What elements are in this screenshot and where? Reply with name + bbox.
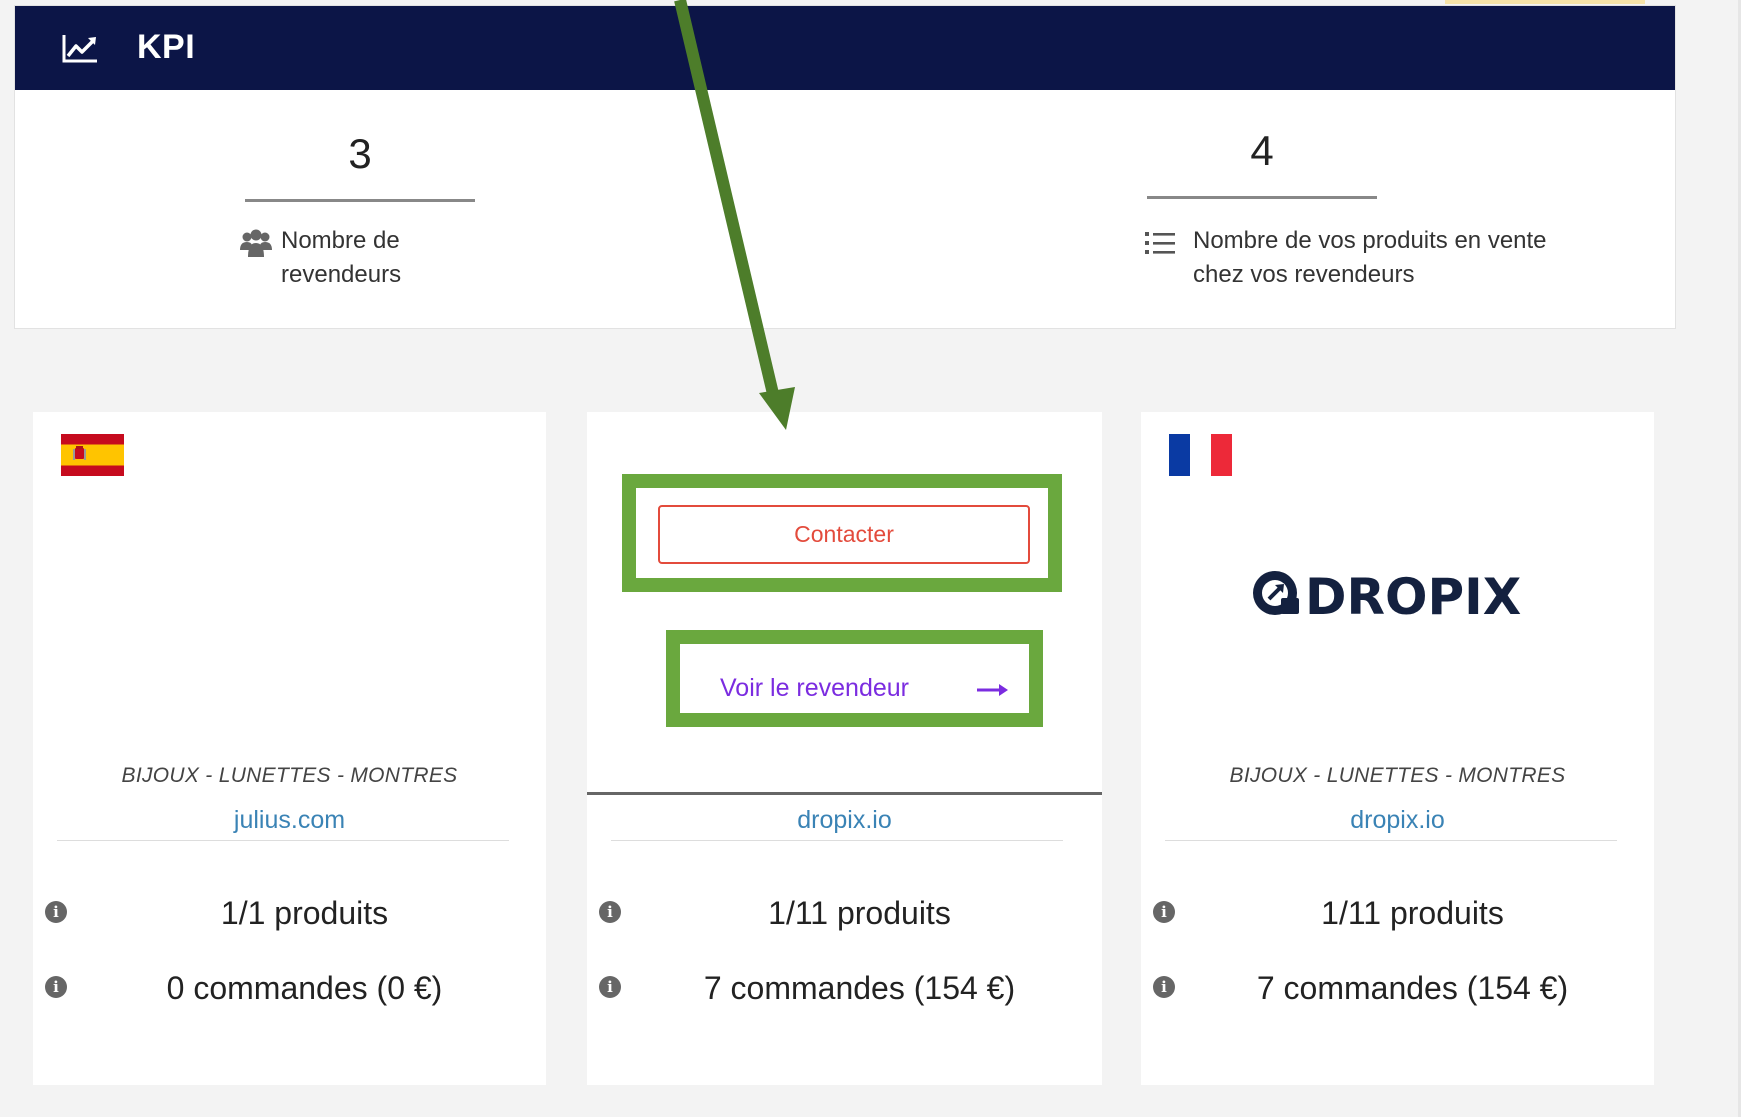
spain-flag-icon [61, 434, 124, 476]
kpi-header: KPI [15, 6, 1675, 90]
card-category: BIJOUX - LUNETTES - MONTRES [1229, 764, 1566, 787]
orders-count-text: 0 commandes (0 €) [166, 970, 443, 1006]
line-chart-icon [62, 35, 97, 63]
resellers-underline [245, 199, 475, 202]
kpi-panel: KPI 3 Nombre de revendeurs 4 Nombre de v… [14, 5, 1676, 329]
products-count-text: 1/11 produits [768, 895, 951, 931]
reseller-card-dropix: DROPIX BIJOUX - LUNETTES - MONTRES dropi… [1141, 412, 1654, 1085]
products-row: i 1/1 produits [33, 895, 546, 935]
products-label-line2: chez vos revendeurs [1193, 261, 1415, 288]
kpi-title: KPI [137, 28, 196, 66]
card-divider [611, 840, 1063, 841]
orders-row: i 0 commandes (0 €) [33, 970, 546, 1010]
view-reseller-link[interactable]: Voir le revendeur [720, 674, 909, 703]
products-underline [1147, 196, 1377, 199]
resellers-count: 3 [348, 130, 372, 177]
orders-row: i 7 commandes (154 €) [1141, 970, 1654, 1010]
dropix-logo: DROPIX [1253, 568, 1521, 624]
card-divider [57, 840, 509, 841]
resellers-label: Nombre de revendeurs [281, 224, 481, 292]
reseller-card-dropix-hover: Contacter Voir le revendeur dropix.io i … [587, 412, 1102, 1085]
card-category: BIJOUX - LUNETTES - MONTRES [121, 764, 458, 787]
reseller-website-link[interactable]: dropix.io [1141, 806, 1654, 835]
top-edge-highlight [1445, 0, 1645, 4]
products-row: i 1/11 produits [1141, 895, 1654, 935]
reseller-website-link[interactable]: julius.com [33, 806, 546, 835]
users-icon [240, 229, 272, 257]
products-count-text: 1/11 produits [1321, 895, 1504, 931]
products-count-text: 1/1 produits [220, 895, 389, 931]
products-count: 4 [1250, 127, 1274, 174]
reseller-card-julius: BIJOUX - LUNETTES - MONTRES julius.com i… [33, 412, 546, 1085]
products-label-line1: Nombre de vos produits en vente [1193, 227, 1547, 254]
resellers-label-line1: Nombre de [281, 227, 400, 254]
orders-count-text: 7 commandes (154 €) [1256, 970, 1569, 1006]
list-icon [1145, 232, 1175, 254]
products-row: i 1/11 produits [587, 895, 1102, 935]
france-flag-icon [1169, 434, 1232, 476]
orders-row: i 7 commandes (154 €) [587, 970, 1102, 1010]
resellers-label-line2: revendeurs [281, 261, 402, 288]
svg-text:DROPIX: DROPIX [1305, 568, 1521, 624]
arrow-right-icon[interactable] [975, 680, 1009, 700]
card-divider [1165, 840, 1617, 841]
card-separator [587, 792, 1102, 795]
contact-button[interactable]: Contacter [658, 505, 1030, 564]
reseller-website-link[interactable]: dropix.io [587, 806, 1102, 835]
orders-count-text: 7 commandes (154 €) [703, 970, 1016, 1006]
products-label: Nombre de vos produits en vente chez vos… [1193, 224, 1613, 292]
